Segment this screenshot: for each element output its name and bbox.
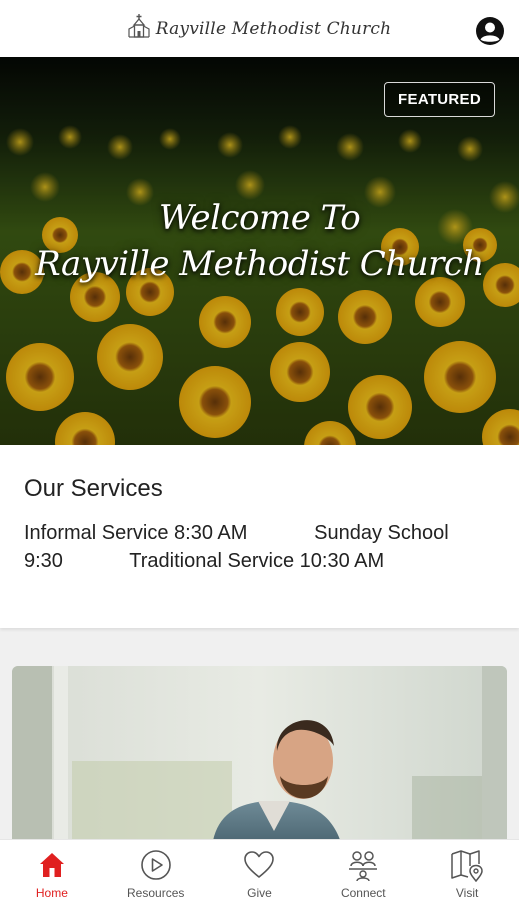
content-card-image[interactable] bbox=[12, 666, 507, 846]
people-icon bbox=[346, 848, 380, 882]
featured-banner[interactable]: FEATURED Welcome To Rayville Methodist C… bbox=[0, 57, 519, 445]
nav-label-visit: Visit bbox=[455, 886, 479, 900]
brand: Rayville Methodist Church bbox=[128, 13, 392, 44]
bottom-navigation: Home Resources Give Connect Visit bbox=[0, 839, 519, 900]
heart-icon bbox=[242, 848, 276, 882]
hero-title-line-2: Rayville Methodist Church bbox=[35, 244, 484, 284]
app-title: Rayville Methodist Church bbox=[155, 18, 392, 39]
nav-label-resources: Resources bbox=[127, 886, 185, 900]
church-icon bbox=[128, 13, 150, 44]
account-icon[interactable] bbox=[475, 16, 505, 46]
services-schedule: Informal Service 8:30 AM Sunday School 9… bbox=[24, 522, 460, 572]
nav-item-visit[interactable]: Visit bbox=[415, 840, 519, 900]
app-header: Rayville Methodist Church bbox=[0, 0, 519, 57]
hero-title-line-1: Welcome To bbox=[158, 198, 361, 238]
nav-item-resources[interactable]: Resources bbox=[104, 840, 208, 900]
play-circle-icon bbox=[139, 848, 173, 882]
nav-item-home[interactable]: Home bbox=[0, 840, 104, 900]
services-heading: Our Services bbox=[24, 475, 163, 502]
nav-label-connect: Connect bbox=[340, 886, 386, 900]
man-reading-image bbox=[12, 666, 507, 846]
nav-item-give[interactable]: Give bbox=[208, 840, 312, 900]
hero-title: Welcome To Rayville Methodist Church bbox=[0, 195, 519, 287]
map-pin-icon bbox=[450, 848, 484, 882]
nav-label-give: Give bbox=[247, 886, 272, 900]
services-card[interactable]: Our Services Informal Service 8:30 AM Su… bbox=[0, 445, 519, 628]
featured-badge: FEATURED bbox=[384, 82, 495, 117]
nav-label-home: Home bbox=[35, 886, 68, 900]
home-icon bbox=[35, 848, 69, 882]
nav-item-connect[interactable]: Connect bbox=[311, 840, 415, 900]
